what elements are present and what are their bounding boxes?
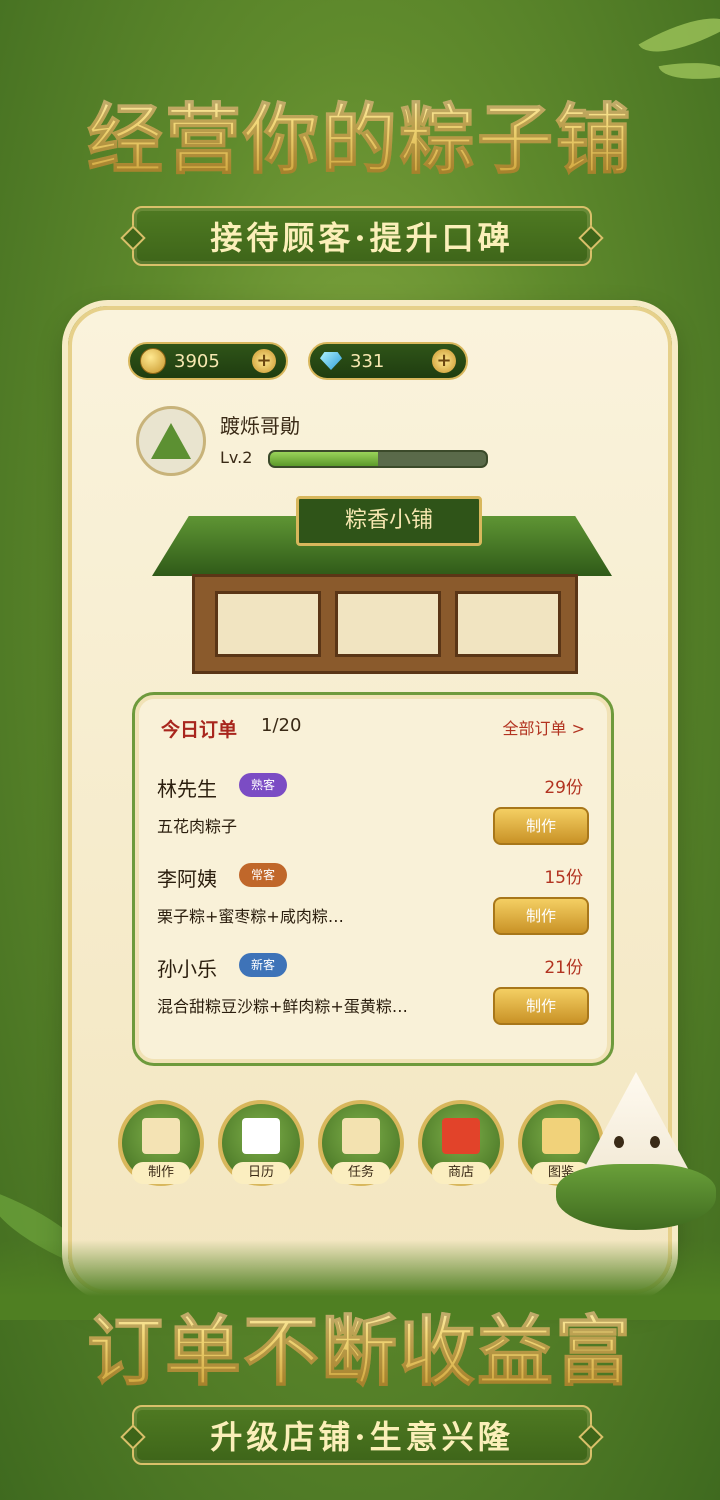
customer-name: 林先生 [157,777,217,801]
zongzi-mascot [556,1072,716,1232]
menu-label: 任务 [332,1162,390,1184]
order-items: 混合甜粽豆沙粽+鲜肉粽+蛋黄粽… [157,997,408,1016]
customer-name: 孙小乐 [157,957,217,981]
footer-subtitle: 升级店铺·生意兴隆 [210,1418,514,1456]
orders-count: 1/20 [261,715,302,736]
level-label: Lv.2 [220,448,253,467]
footer-subtitle-ribbon: 升级店铺·生意兴隆 [132,1405,592,1465]
gem-counter: 331 + [308,342,468,380]
player-name: 踱烁哥勛 [220,414,300,438]
order-row: 林先生 熟客 29份 五花肉粽子 制作 [157,769,589,859]
mascot-eye [614,1136,624,1148]
make-order-button[interactable]: 制作 [493,897,589,935]
order-items: 五花肉粽子 [157,817,238,836]
menu-item-make[interactable]: 制作 [118,1100,206,1196]
customer-name: 李阿姨 [157,867,217,891]
shop-window [335,591,441,657]
menu-label: 商店 [432,1162,490,1184]
menu-item-tasks[interactable]: 任务 [318,1100,406,1196]
level-progress-fill [270,452,378,466]
shop-window [215,591,321,657]
menu-item-calendar[interactable]: 日历 [218,1100,306,1196]
customer-tag: 新客 [239,953,288,977]
shopping-bag-icon [442,1118,480,1154]
shop-building[interactable]: 粽香小铺 [152,496,612,674]
order-items: 栗子粽+蜜枣粽+咸肉粽… [157,907,344,926]
coin-amount: 3905 [174,350,220,372]
order-price: 15份 [544,868,583,888]
all-orders-link[interactable]: 全部订单 > [503,715,586,739]
shop-window [455,591,561,657]
hero-subtitle-ribbon: 接待顾客·提升口碑 [132,206,592,266]
order-row: 李阿姨 常客 15份 栗子粽+蜜枣粽+咸肉粽… 制作 [157,859,589,949]
avatar[interactable] [136,406,206,476]
zongzi-icon [151,423,191,459]
add-coins-button[interactable]: + [252,349,276,373]
envelope-icon [142,1118,180,1154]
hero-title: 经营你的粽子铺 [0,78,720,188]
coin-counter: 3905 + [128,342,288,380]
diamond-icon [320,352,342,370]
menu-label: 制作 [132,1162,190,1184]
menu-label: 日历 [232,1162,290,1184]
scroll-icon [342,1118,380,1154]
orders-panel: 今日订单 1/20 全部订单 > 林先生 熟客 29份 五花肉粽子 制作 李阿姨… [132,692,614,1066]
customer-tag: 熟客 [239,773,288,797]
mascot-eye [650,1136,660,1148]
hero-subtitle: 接待顾客·提升口碑 [210,219,514,257]
level-progress-bar [268,450,488,468]
order-price: 29份 [544,778,583,798]
coin-icon [140,348,166,374]
shop-front [192,574,578,674]
customer-tag: 常客 [239,863,288,887]
make-order-button[interactable]: 制作 [493,987,589,1025]
gem-amount: 331 [350,350,385,372]
order-row: 孙小乐 新客 21份 混合甜粽豆沙粽+鲜肉粽+蛋黄粽… 制作 [157,949,589,1039]
shop-sign: 粽香小铺 [296,496,482,546]
orders-title: 今日订单 [161,719,238,741]
calendar-icon [242,1118,280,1154]
leaf-decoration [638,0,720,71]
menu-item-shop[interactable]: 商店 [418,1100,506,1196]
mascot-leaf-wrap [556,1164,716,1230]
order-price: 21份 [544,958,583,978]
footer-title: 订单不断收益富 [0,1290,720,1400]
add-gems-button[interactable]: + [432,349,456,373]
make-order-button[interactable]: 制作 [493,807,589,845]
